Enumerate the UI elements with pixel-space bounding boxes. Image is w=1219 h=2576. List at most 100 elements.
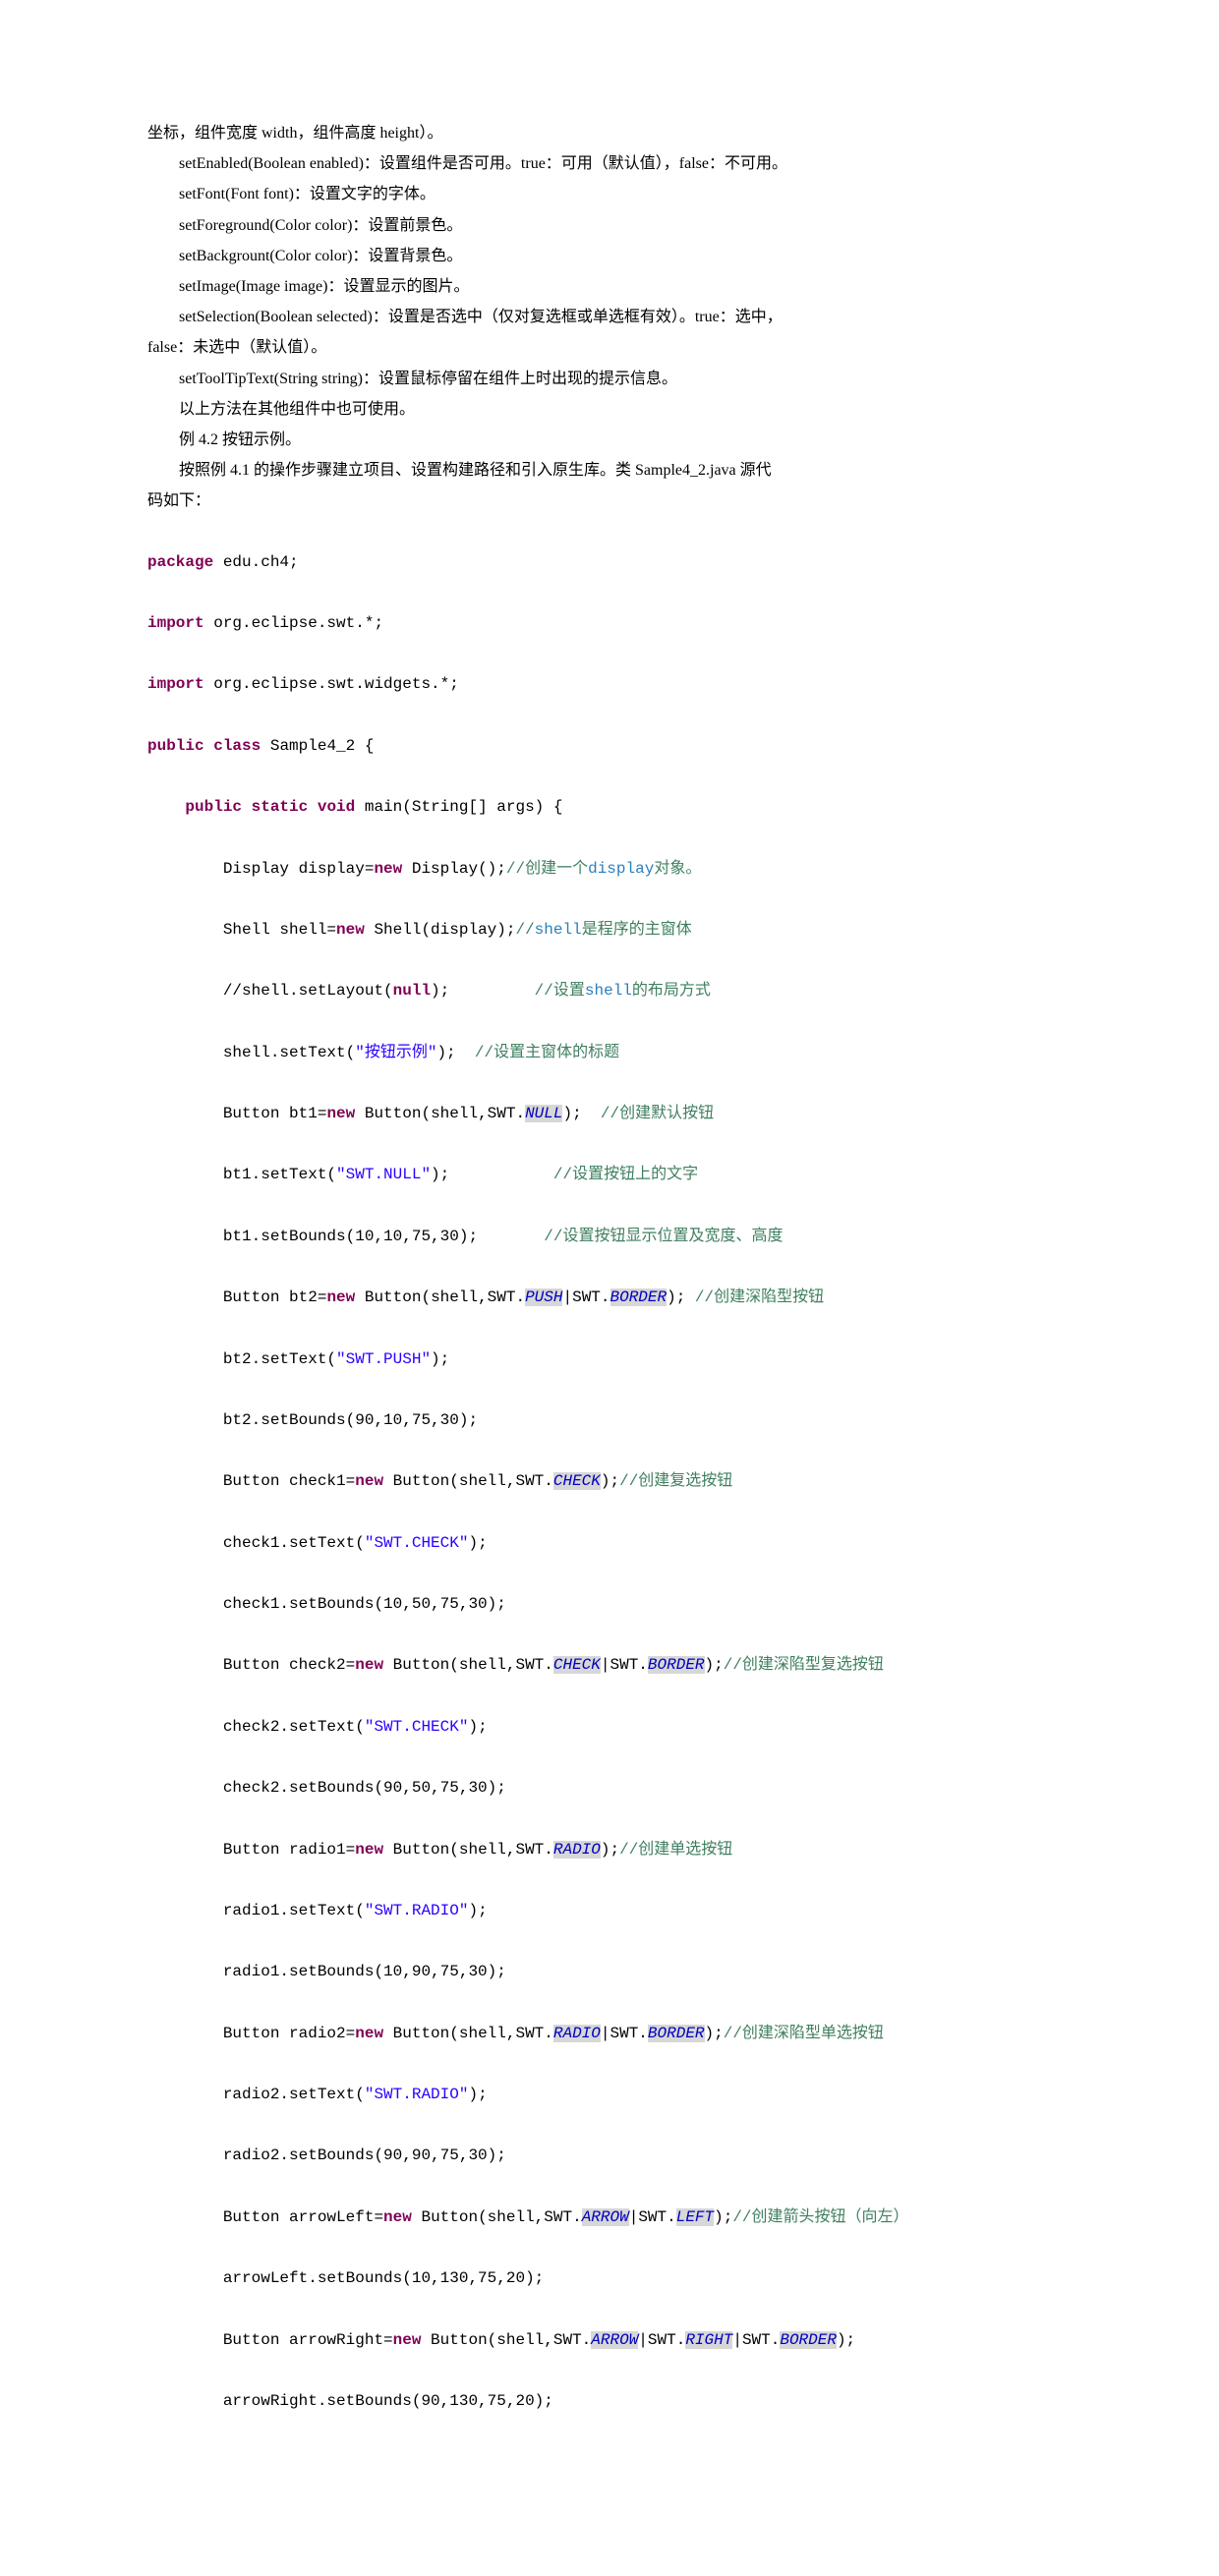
comment: //创建默认按钮 xyxy=(601,1105,714,1122)
constant: BORDER xyxy=(610,1288,668,1306)
code-line: Button radio1=new Button(shell,SWT.RADIO… xyxy=(147,1835,1072,1865)
keyword-new: new xyxy=(374,860,402,878)
paragraph: 坐标，组件宽度 width，组件高度 height）。 xyxy=(147,118,1072,148)
string-literal: "SWT.PUSH" xyxy=(336,1350,431,1368)
code-text: Button arrowRight= xyxy=(147,2331,393,2349)
comment: display xyxy=(588,860,654,878)
code-text: Shell(display); xyxy=(365,921,516,939)
paragraph: setEnabled(Boolean enabled)：设置组件是否可用。tru… xyxy=(147,148,1072,179)
paragraph: 按照例 4.1 的操作步骤建立项目、设置构建路径和引入原生库。类 Sample4… xyxy=(147,455,1072,486)
code-text: SWT. xyxy=(742,2331,780,2349)
comment: //创建复选按钮 xyxy=(619,1472,732,1490)
code-text: shell.setText( xyxy=(147,1044,355,1061)
code-text: ); xyxy=(468,2086,487,2103)
comment: shell xyxy=(535,921,582,939)
code-text: Button(shell,SWT. xyxy=(383,2025,553,2042)
code-text: SWT. xyxy=(648,2331,685,2349)
code-line: //shell.setLayout(null); //设置shell的布局方式 xyxy=(147,976,1072,1006)
comment: //设置按钮上的文字 xyxy=(553,1166,698,1183)
code-text: ); xyxy=(436,1044,474,1061)
code-text: bt2.setBounds(90,10,75,30); xyxy=(147,1411,478,1429)
code-line: import org.eclipse.swt.widgets.*; xyxy=(147,669,1072,700)
code-text: org.eclipse.swt.*; xyxy=(204,614,383,632)
code-line: check1.setBounds(10,50,75,30); xyxy=(147,1589,1072,1620)
code-text: bt1.setBounds(10,10,75,30); xyxy=(147,1228,544,1245)
code-text: radio2.setText( xyxy=(147,2086,365,2103)
constant: CHECK xyxy=(553,1472,601,1490)
code-text: Shell shell= xyxy=(147,921,336,939)
code-text: Button bt1= xyxy=(147,1105,326,1122)
constant: BORDER xyxy=(780,2331,837,2349)
comment: 的布局方式 xyxy=(632,982,711,1000)
constant: BORDER xyxy=(648,2025,705,2042)
code-text: Button radio2= xyxy=(147,2025,355,2042)
code-line: radio1.setText("SWT.RADIO"); xyxy=(147,1896,1072,1926)
keyword-class: class xyxy=(213,737,261,755)
code-line: bt2.setBounds(90,10,75,30); xyxy=(147,1405,1072,1436)
code-text: SWT. xyxy=(610,1656,648,1674)
code-text: ); xyxy=(431,982,535,1000)
constant: RIGHT xyxy=(685,2331,732,2349)
code-line: import org.eclipse.swt.*; xyxy=(147,608,1072,639)
keyword-public: public xyxy=(185,798,242,816)
string-literal: "SWT.CHECK" xyxy=(365,1534,469,1552)
code-line: Button bt2=new Button(shell,SWT.PUSH|SWT… xyxy=(147,1283,1072,1313)
code-line: check2.setText("SWT.CHECK"); xyxy=(147,1712,1072,1743)
code-text: Sample4_2 { xyxy=(261,737,374,755)
keyword-static: static xyxy=(252,798,309,816)
keyword-new: new xyxy=(355,1656,383,1674)
code-text: Button(shell,SWT. xyxy=(383,1472,553,1490)
paragraph: 例 4.2 按钮示例。 xyxy=(147,425,1072,455)
code-text: main(String[] args) { xyxy=(355,798,562,816)
code-text: check2.setBounds(90,50,75,30); xyxy=(147,1779,506,1797)
paragraph: 以上方法在其他组件中也可使用。 xyxy=(147,394,1072,425)
code-text: Button(shell,SWT. xyxy=(383,1656,553,1674)
code-text: ); xyxy=(468,1718,487,1736)
code-text: bt2.setText( xyxy=(147,1350,336,1368)
code-text: SWT. xyxy=(638,2208,675,2226)
constant: RADIO xyxy=(553,2025,601,2042)
code-line: Button radio2=new Button(shell,SWT.RADIO… xyxy=(147,2019,1072,2049)
string-literal: "SWT.RADIO" xyxy=(365,2086,469,2103)
code-text: ); xyxy=(431,1166,553,1183)
keyword-new: new xyxy=(355,2025,383,2042)
keyword-import: import xyxy=(147,614,204,632)
code-text: //shell.setLayout( xyxy=(147,982,393,1000)
code-text: | xyxy=(629,2208,639,2226)
code-text: ); xyxy=(601,1472,619,1490)
comment: //设置按钮显示位置及宽度、高度 xyxy=(544,1228,783,1245)
paragraph: setFont(Font font)：设置文字的字体。 xyxy=(147,179,1072,209)
code-line: package edu.ch4; xyxy=(147,547,1072,578)
comment: //创建一个 xyxy=(506,860,588,878)
comment: //创建深陷型复选按钮 xyxy=(724,1656,884,1674)
code-text: arrowLeft.setBounds(10,130,75,20); xyxy=(147,2269,544,2287)
constant: CHECK xyxy=(553,1656,601,1674)
keyword-new: new xyxy=(355,1472,383,1490)
code-text: Button(shell,SWT. xyxy=(355,1288,525,1306)
string-literal: "SWT.NULL" xyxy=(336,1166,431,1183)
code-text: ); xyxy=(667,1288,695,1306)
code-text: Button(shell,SWT. xyxy=(383,1841,553,1859)
code-line: bt1.setBounds(10,10,75,30); //设置按钮显示位置及宽… xyxy=(147,1222,1072,1252)
code-text: arrowRight.setBounds(90,130,75,20); xyxy=(147,2392,553,2410)
paragraph: false：未选中（默认值）。 xyxy=(147,332,1072,363)
code-line: radio1.setBounds(10,90,75,30); xyxy=(147,1957,1072,1987)
constant: ARROW xyxy=(582,2208,629,2226)
code-text: bt1.setText( xyxy=(147,1166,336,1183)
code-text: ); xyxy=(837,2331,855,2349)
keyword-new: new xyxy=(326,1288,355,1306)
code-line: bt2.setText("SWT.PUSH"); xyxy=(147,1345,1072,1375)
keyword-new: new xyxy=(383,2208,412,2226)
code-text: | xyxy=(601,1656,610,1674)
code-line: check1.setText("SWT.CHECK"); xyxy=(147,1528,1072,1559)
code-text: check1.setText( xyxy=(147,1534,365,1552)
code-line: check2.setBounds(90,50,75,30); xyxy=(147,1773,1072,1803)
code-line: Button arrowRight=new Button(shell,SWT.A… xyxy=(147,2325,1072,2356)
paragraph: setForeground(Color color)：设置前景色。 xyxy=(147,210,1072,241)
keyword-void: void xyxy=(318,798,355,816)
code-line: Button bt1=new Button(shell,SWT.NULL); /… xyxy=(147,1099,1072,1129)
code-line: radio2.setBounds(90,90,75,30); xyxy=(147,2141,1072,2171)
keyword-package: package xyxy=(147,553,213,571)
code-text: Button check1= xyxy=(147,1472,355,1490)
code-text: ); xyxy=(705,1656,724,1674)
